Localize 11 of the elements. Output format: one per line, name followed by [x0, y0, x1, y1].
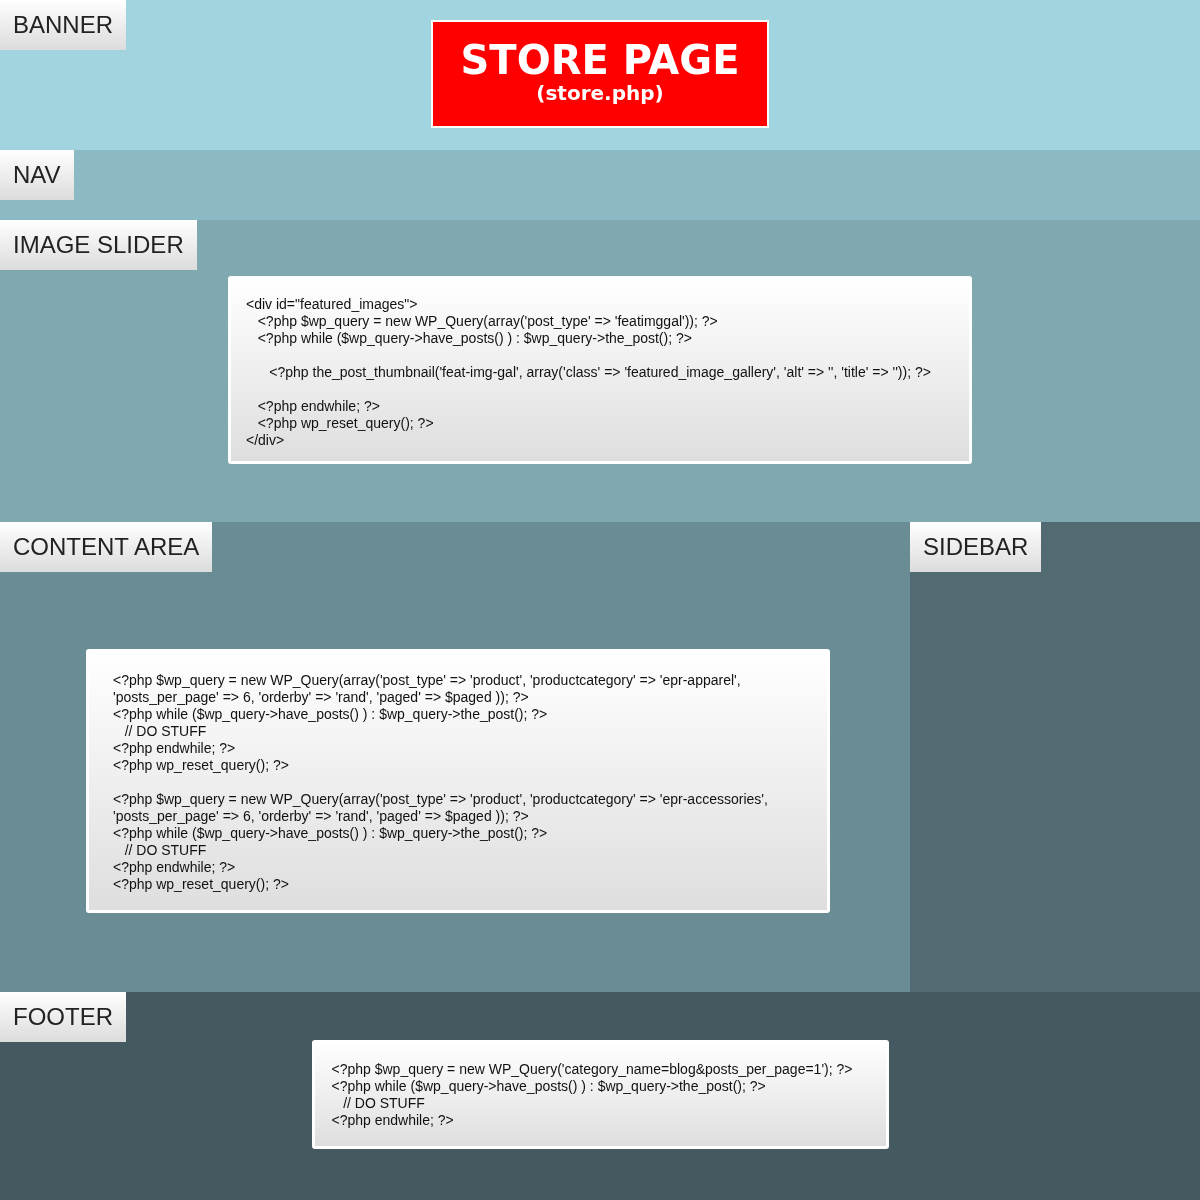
section-label: IMAGE SLIDER	[0, 220, 197, 270]
logo-title: STORE PAGE	[460, 39, 740, 81]
section-label: FOOTER	[0, 992, 126, 1042]
logo-subtitle: (store.php)	[536, 81, 664, 105]
section-label: BANNER	[0, 0, 127, 50]
code-snippet: <?php $wp_query = new WP_Query(array('post_type' => 'product', 'productcategory' => 'epr-apparel', 'posts_per_page' => 6, 'orderby' => 'rand', 'paged' => $paged )); ?> <?php while ($wp_query->have_posts() ) : $wp_query->the_post(); ?> // DO STUFF <?php endwhile; ?> <?php wp_reset_query(); ?> <?php $wp_query = new WP_Query(array('post_type' => 'product', 'productcategory' => 'epr-accessories', 'posts_per_page' => 6, 'orderby' => 'rand', 'paged' => $paged )); ?> <?php while ($wp_query->have_posts() ) : $wp_query->the_post(); ?> // DO STUFF <?php endwhile; ?> <?php wp_reset_query(); ?>	[86, 649, 830, 913]
code-snippet: <?php $wp_query = new WP_Query('category_name=blog&posts_per_page=1'); ?> <?php while ($wp_query->have_posts() ) : $wp_query->the_post(); ?> // DO STUFF <?php endwhile; ?>	[311, 1040, 889, 1149]
section-label: SIDEBAR	[910, 522, 1042, 572]
section-label: NAV	[0, 150, 74, 200]
code-snippet: <div id="featured_images"> <?php $wp_query = new WP_Query(array('post_type' => 'featimggal')); ?> <?php while ($wp_query->have_posts() ) : $wp_query->the_post(); ?> <?php the_post_thumbnail('feat-img-gal', array('class' => 'featured_image_gallery', 'alt' => '', 'title' => '')); ?> <?php endwhile; ?> <?php wp_reset_query(); ?> </div>	[228, 276, 972, 464]
section-label: CONTENT AREA	[0, 522, 213, 572]
